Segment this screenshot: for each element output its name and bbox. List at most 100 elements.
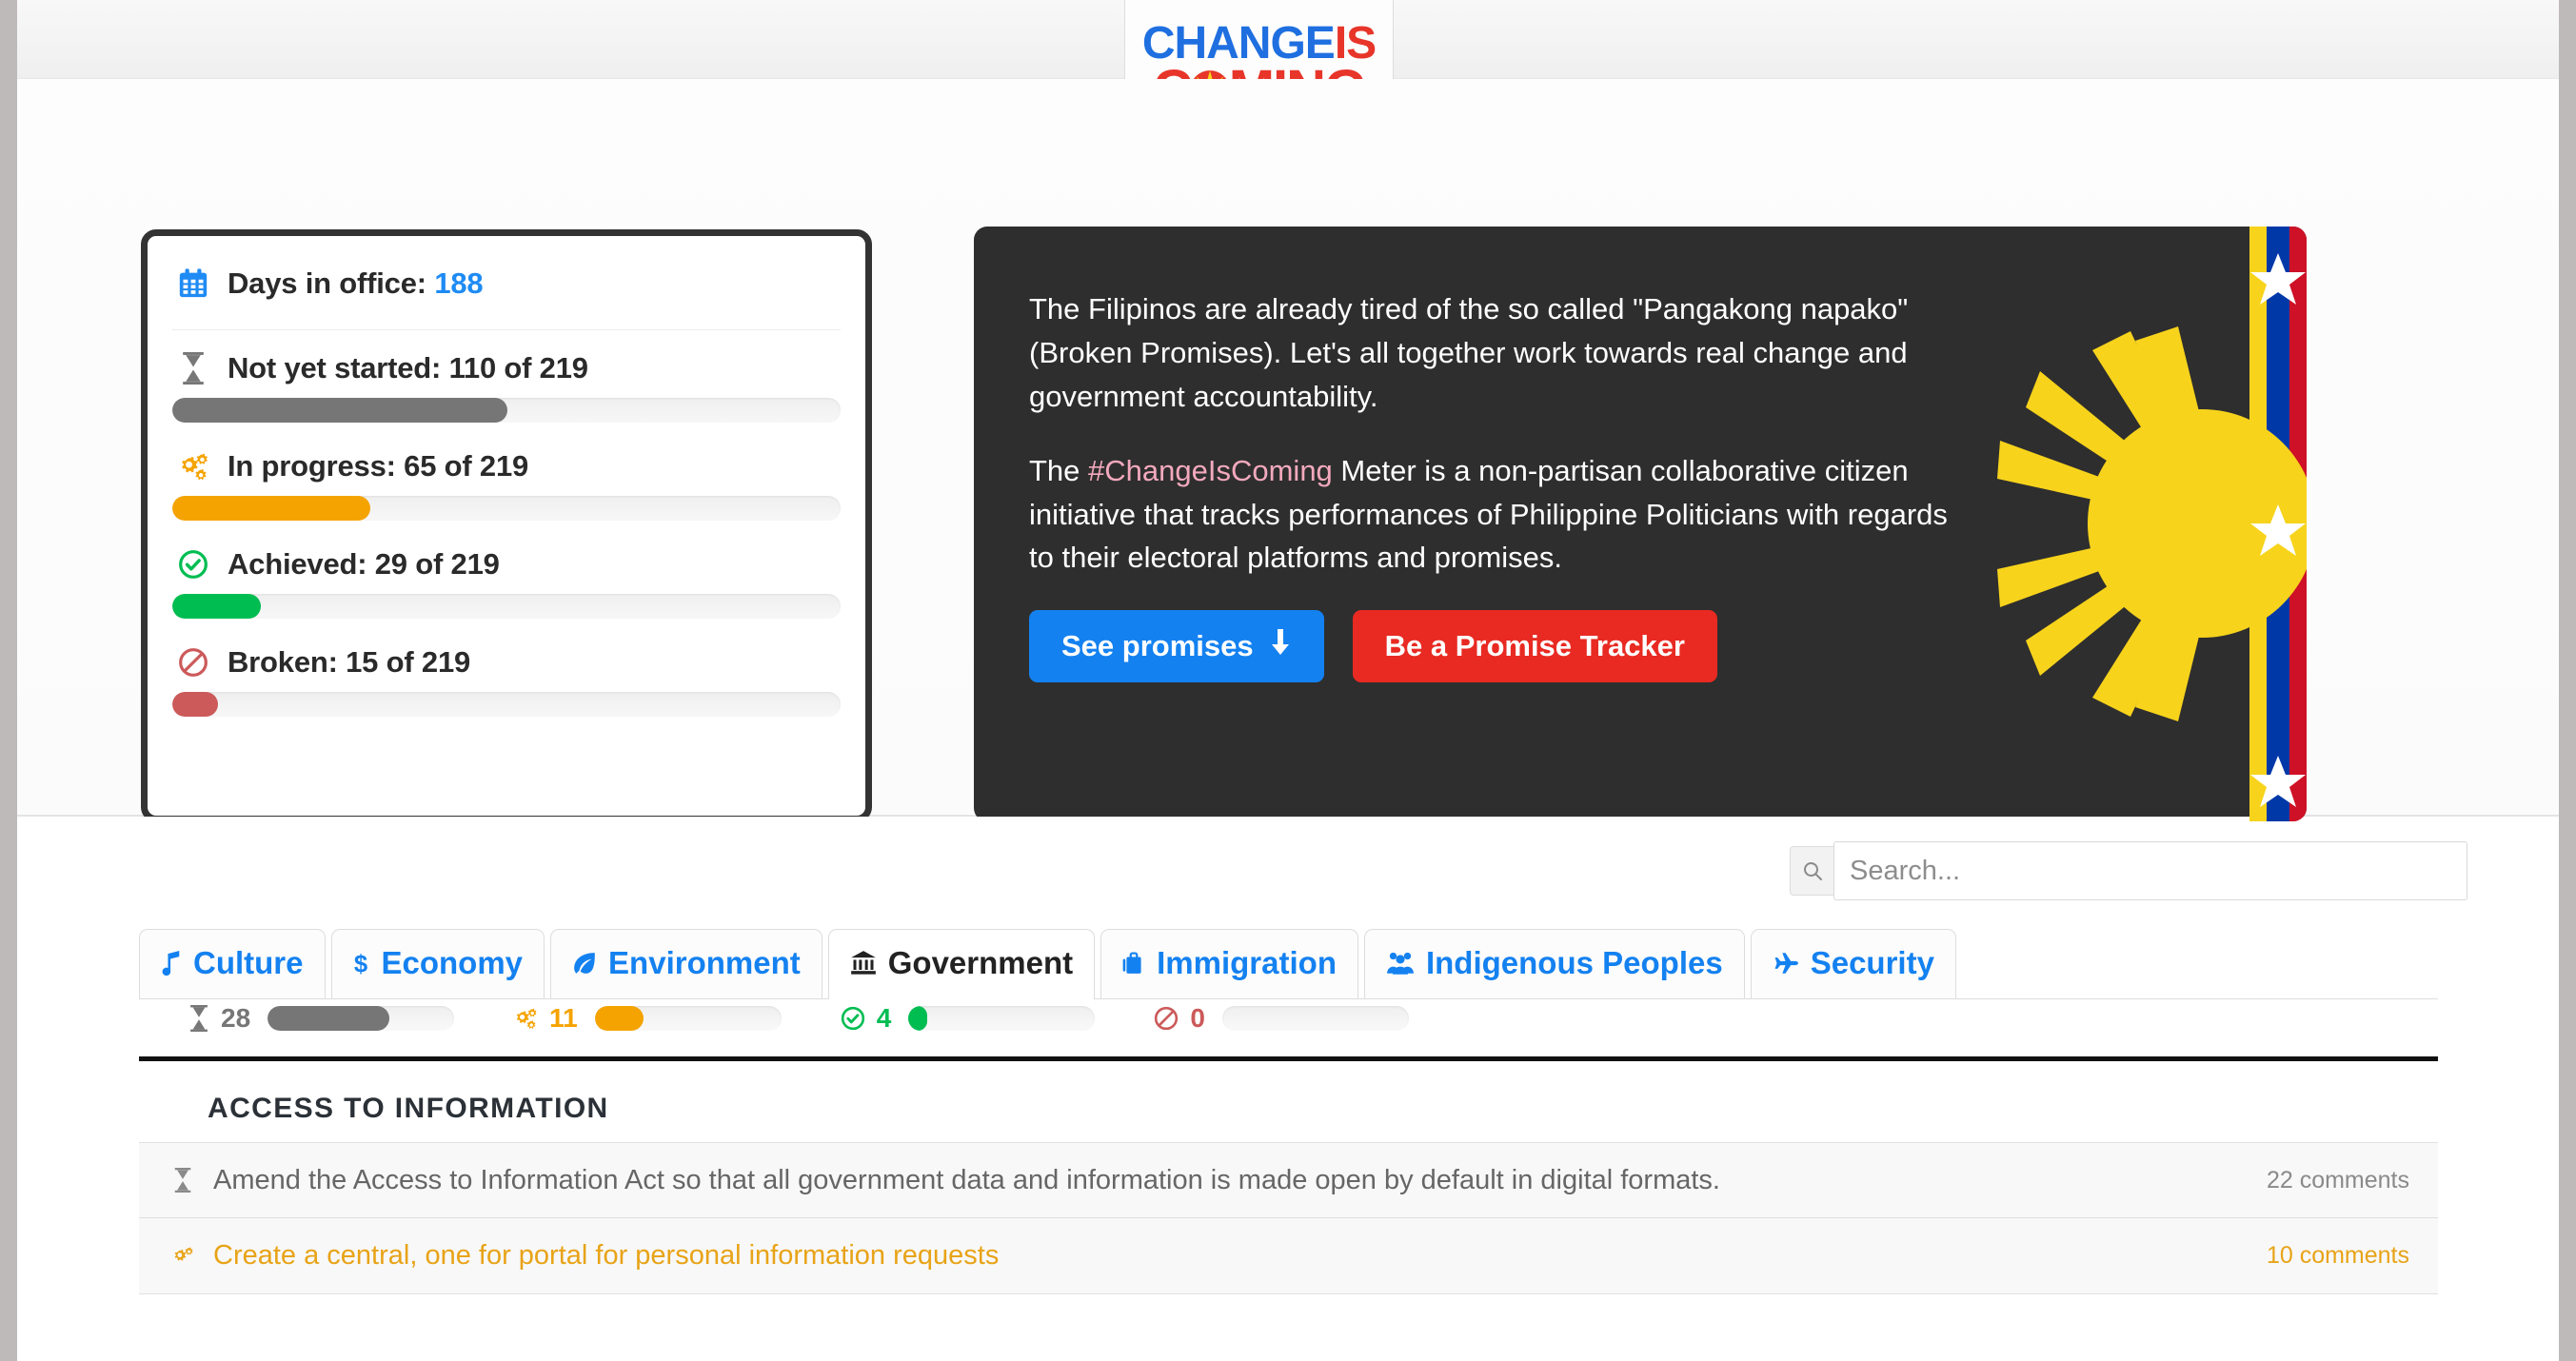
- summary-broken: 0: [1154, 1003, 1409, 1034]
- days-in-office-text: Days in office:: [228, 266, 426, 301]
- app-page: CHANGEIS C: [17, 0, 2559, 1361]
- promise-list: Amend the Access to Information Act so t…: [139, 1142, 2438, 1294]
- stat-achieved-text: Achieved: 29 of 219: [228, 547, 500, 582]
- promise-row[interactable]: Amend the Access to Information Act so t…: [139, 1142, 2438, 1218]
- music-note-icon: [161, 951, 182, 976]
- tab-economy[interactable]: $ Economy: [331, 929, 545, 998]
- stat-in-progress-text: In progress: 65 of 219: [228, 449, 528, 483]
- summary-broken-progress: [1222, 1006, 1409, 1031]
- summary-achieved-value: 4: [877, 1003, 892, 1034]
- search-icon[interactable]: [1790, 846, 1833, 896]
- overall-stats-card: Days in office: 188 Not yet started: 110…: [141, 229, 872, 822]
- arrow-down-icon: [1269, 629, 1292, 663]
- days-in-office-value: 188: [434, 266, 483, 301]
- tab-culture[interactable]: Culture: [139, 929, 326, 998]
- stat-not-started-label: Not yet started: 110 of 219: [172, 351, 841, 385]
- stat-achieved-label: Achieved: 29 of 219: [172, 547, 841, 582]
- cogs-icon: [513, 1007, 538, 1030]
- hourglass-icon: [172, 352, 214, 385]
- promise-row[interactable]: Create a central, one for portal for per…: [139, 1218, 2438, 1294]
- promise-comment-count: 22 comments: [2267, 1167, 2409, 1194]
- changeiscoming-hashtag: #ChangeIsComing: [1088, 454, 1333, 487]
- progress-fill: [908, 1006, 927, 1031]
- promise-text: Create a central, one for portal for per…: [213, 1240, 2267, 1272]
- briefcase-icon: [1122, 951, 1145, 976]
- section-divider: [139, 1056, 2438, 1061]
- days-in-office-row: Days in office: 188: [172, 236, 841, 330]
- dollar-icon: $: [353, 950, 370, 976]
- be-tracker-label: Be a Promise Tracker: [1385, 629, 1685, 663]
- summary-not-started: 28: [188, 1003, 454, 1034]
- stat-in-progress-label: In progress: 65 of 219: [172, 449, 841, 483]
- stat-achieved-progress: [172, 594, 841, 619]
- hero-section: Days in office: 188 Not yet started: 110…: [17, 79, 2559, 817]
- summary-not-started-progress: [268, 1006, 454, 1031]
- cogs-icon: [164, 1246, 202, 1267]
- be-a-promise-tracker-button[interactable]: Be a Promise Tracker: [1353, 610, 1717, 682]
- stat-in-progress-progress: [172, 496, 841, 521]
- hero-button-group: See promises Be a Promise Tracker: [1029, 610, 1964, 682]
- tab-security[interactable]: Security: [1751, 929, 1956, 998]
- hourglass-icon: [164, 1168, 202, 1193]
- header-band: CHANGEIS C: [17, 0, 2559, 79]
- promise-text: Amend the Access to Information Act so t…: [213, 1165, 2267, 1196]
- tab-indigenous-peoples[interactable]: Indigenous Peoples: [1364, 929, 1745, 998]
- calendar-icon: [172, 267, 214, 300]
- hero-info-panel: The Filipinos are already tired of the s…: [974, 227, 2307, 821]
- tab-government-label: Government: [888, 945, 1073, 981]
- see-promises-label: See promises: [1061, 629, 1254, 663]
- hero-paragraph-one: The Filipinos are already tired of the s…: [1029, 287, 1964, 419]
- summary-in-progress-value: 11: [549, 1003, 578, 1034]
- people-group-icon: [1386, 951, 1415, 976]
- stat-not-started-progress: [172, 398, 841, 423]
- tab-environment[interactable]: Environment: [550, 929, 822, 998]
- philippine-flag-sun-art: [1926, 227, 2307, 821]
- hero-p2-pre: The: [1029, 454, 1088, 487]
- svg-text:$: $: [353, 951, 367, 976]
- stat-broken-label: Broken: 15 of 219: [172, 645, 841, 680]
- progress-fill: [595, 1006, 644, 1031]
- ban-icon: [172, 647, 214, 678]
- stat-not-started-text: Not yet started: 110 of 219: [228, 351, 588, 385]
- bank-icon: [850, 950, 877, 976]
- progress-fill: [172, 594, 261, 619]
- tab-immigration[interactable]: Immigration: [1100, 929, 1358, 998]
- search-input[interactable]: [1833, 841, 2467, 900]
- tab-summary-stats: 28 11 4 0: [188, 1003, 1468, 1034]
- stat-broken-text: Broken: 15 of 219: [228, 645, 470, 680]
- hero-panel-text: The Filipinos are already tired of the s…: [974, 227, 1964, 682]
- content-section: Culture $ Economy Environment Government: [17, 817, 2559, 1359]
- section-heading: ACCESS TO INFORMATION: [208, 1093, 609, 1125]
- stat-in-progress: In progress: 65 of 219: [172, 428, 841, 526]
- plane-icon: [1773, 952, 1799, 975]
- tab-indigenous-peoples-label: Indigenous Peoples: [1426, 945, 1723, 981]
- tab-economy-label: Economy: [382, 945, 524, 981]
- ban-icon: [1154, 1006, 1179, 1031]
- progress-fill: [172, 398, 507, 423]
- summary-not-started-value: 28: [221, 1003, 250, 1034]
- stat-achieved: Achieved: 29 of 219: [172, 526, 841, 624]
- category-tabs: Culture $ Economy Environment Government: [139, 929, 2438, 999]
- tab-immigration-label: Immigration: [1157, 945, 1337, 981]
- tab-government[interactable]: Government: [828, 929, 1095, 999]
- summary-broken-value: 0: [1190, 1003, 1205, 1034]
- tab-security-label: Security: [1811, 945, 1934, 981]
- hourglass-icon: [188, 1005, 209, 1032]
- check-circle-icon: [841, 1006, 865, 1031]
- tab-environment-label: Environment: [608, 945, 801, 981]
- summary-in-progress: 11: [513, 1003, 782, 1034]
- stat-broken: Broken: 15 of 219: [172, 624, 841, 722]
- tab-culture-label: Culture: [193, 945, 304, 981]
- stat-not-started: Not yet started: 110 of 219: [172, 330, 841, 428]
- stat-broken-progress: [172, 692, 841, 717]
- check-circle-icon: [172, 549, 214, 580]
- see-promises-button[interactable]: See promises: [1029, 610, 1324, 682]
- progress-fill: [268, 1006, 388, 1031]
- summary-achieved-progress: [908, 1006, 1095, 1031]
- search-bar: [1790, 841, 2467, 900]
- leaf-icon: [572, 951, 597, 976]
- progress-fill: [172, 496, 370, 521]
- promise-comment-count: 10 comments: [2267, 1242, 2409, 1270]
- hero-paragraph-two: The #ChangeIsComing Meter is a non-parti…: [1029, 449, 1964, 581]
- summary-in-progress-progress: [595, 1006, 782, 1031]
